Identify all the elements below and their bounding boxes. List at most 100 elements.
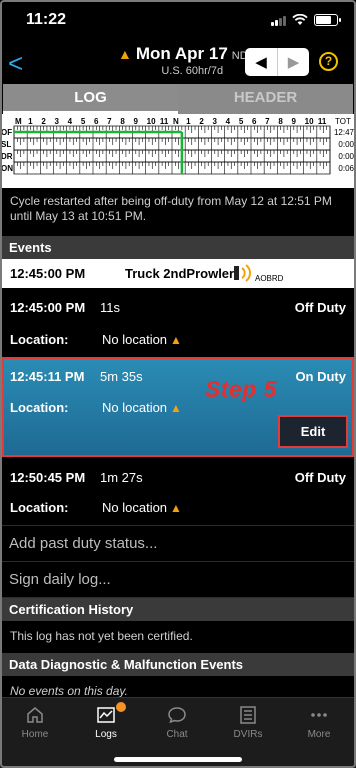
cycle-rule: U.S. 60hr/7d [161,65,224,77]
warning-icon: ▲ [170,501,182,515]
event-duration: 11s [100,300,120,315]
tab-home[interactable]: Home [0,704,70,740]
hour-label: 2 [199,117,204,126]
step-annotation: Step 5 [205,376,278,402]
eld-connection-icon [234,264,251,282]
warning-icon: ▲ [170,401,182,415]
hour-label: 1 [28,117,33,126]
back-chevron-icon[interactable]: < [8,48,23,79]
hour-label: 9 [292,117,297,126]
event-status: Off Duty [294,300,346,315]
graph-svg: M 1 2 3 4 5 6 7 8 9 10 11 N 1 2 3 4 5 6 7 8 9 10 11 TOTOF 12:47SL… [1,117,355,175]
status-icons [271,14,341,26]
logs-icon [97,707,115,723]
hour-label: 7 [265,117,270,126]
certification-message: This log has not yet been certified. [10,629,193,643]
hour-label: 6 [94,117,99,126]
hour-label: 8 [278,117,283,126]
date-block: ▲ Mon Apr 17 NDT U.S. 60hr/7d [118,44,254,77]
home-icon [27,707,43,723]
tab-label: Home [21,729,49,740]
tab-label: More [307,729,331,740]
battery-icon [314,14,341,26]
hour-label: 7 [107,117,112,126]
previous-day-button[interactable]: ◀ [245,48,277,76]
tab-log[interactable]: LOG [3,84,178,114]
hour-label: 5 [239,117,244,126]
add-past-duty-status[interactable]: Add past duty status... [0,526,356,562]
truck-event-row[interactable]: 12:45:00 PM Truck 2ndProwler AOBRD [0,259,356,288]
event-status: On Duty [295,369,346,384]
hour-label: 3 [55,117,60,126]
event-duration: 5m 35s [100,369,143,384]
location-label: Location: [10,500,69,515]
next-day-button[interactable]: ▶ [277,48,309,76]
tab-chat[interactable]: Chat [142,704,212,740]
duty-status-graph: M 1 2 3 4 5 6 7 8 9 10 11 N 1 2 3 4 5 6 7 8 9 10 11 TOT OF 12:47 SL… [0,114,356,188]
tab-header[interactable]: HEADER [178,84,353,114]
location-value: No location ▲ [102,332,182,347]
dvir-icon [240,706,256,724]
truck-name: Truck 2ndProwler [125,266,235,281]
row-total: 0:00 [338,152,354,161]
log-tabs: LOG HEADER [3,84,353,114]
row-total: 12:47 [334,128,355,137]
event-time: 12:45:00 PM [10,300,86,315]
hour-label: 11 [318,117,327,126]
row-total: 0:00 [338,140,354,149]
hour-label: 6 [252,117,257,126]
location-value: No location ▲ [102,500,182,515]
hour-label: 4 [68,117,73,126]
cycle-restart-note: Cycle restarted after being off-duty fro… [10,194,332,223]
status-bar: 11:22 [0,0,356,44]
notification-dot [116,702,126,712]
edit-button[interactable]: Edit [278,415,348,448]
hour-label: 4 [226,117,231,126]
wifi-icon [292,14,308,25]
more-icon [311,713,327,717]
warning-icon: ▲ [118,46,132,62]
row-label: ON [1,164,13,173]
status-time: 11:22 [26,11,67,28]
home-indicator [114,757,242,762]
tab-dvirs[interactable]: DVIRs [213,704,283,740]
log-date: Mon Apr 17 [135,44,228,63]
location-label: Location: [10,400,69,415]
hour-label: N [173,117,179,126]
hour-label: 10 [305,117,314,126]
certification-header: Certification History [0,598,356,621]
nav-header: < ▲ Mon Apr 17 NDT U.S. 60hr/7d ◀ ▶ ? [0,44,356,84]
hour-label: 8 [120,117,125,126]
warning-icon: ▲ [170,333,182,347]
tab-more[interactable]: More [284,704,354,740]
hour-label: M [15,117,22,126]
location-label: Location: [10,332,69,347]
hour-label: 3 [213,117,218,126]
diagnostic-header: Data Diagnostic & Malfunction Events [0,653,356,676]
event-time: 12:45:11 PM [10,369,85,384]
tab-label: Logs [95,729,117,740]
hour-label: 2 [41,117,46,126]
row-label: SL [1,140,11,149]
hour-label: 9 [134,117,139,126]
diagnostic-message: No events on this day. [10,684,128,698]
help-icon[interactable]: ? [319,52,338,71]
hour-label: 10 [147,117,156,126]
events-header: Events [0,236,356,259]
day-navigator: ◀ ▶ [245,48,309,76]
row-label: DR [1,152,13,161]
tab-label: DVIRs [233,729,263,740]
hour-label: 1 [186,117,191,126]
row-label: OF [1,128,12,137]
event-status: Off Duty [294,470,346,485]
tab-logs[interactable]: Logs [71,702,141,740]
event-duration: 1m 27s [100,470,143,485]
signal-icon [271,15,286,26]
event-time: 12:50:45 PM [10,470,86,485]
chat-icon [168,707,186,724]
total-header: TOT [335,117,351,126]
event-time: 12:45:00 PM [10,266,86,281]
sign-daily-log[interactable]: Sign daily log... [0,562,356,598]
hour-label: 5 [81,117,86,126]
row-total: 0:06 [338,164,354,173]
